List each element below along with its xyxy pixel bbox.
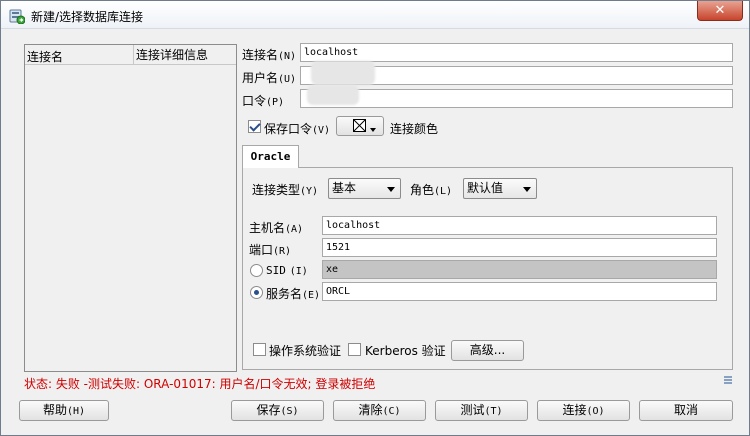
clear-button[interactable]: 清除(C) [333,400,426,421]
connection-list[interactable]: 连接名 连接详细信息 [24,44,237,372]
sid-label: SID (I) [266,264,308,277]
role-value: 默认值 [467,181,504,195]
kerberos-label: Kerberos 验证 [365,344,446,358]
color-picker-icon [353,119,366,132]
list-header: 连接名 连接详细信息 [25,45,236,65]
conn-type-value: 基本 [332,181,357,195]
password-label: 口令(P) [242,94,285,108]
list-col-detail[interactable]: 连接详细信息 [133,45,208,65]
list-col-name[interactable]: 连接名 [27,48,63,65]
cancel-button[interactable]: 取消 [639,400,733,421]
color-picker-button[interactable] [336,116,384,136]
status-message: 状态: 失败 -测试失败: ORA-01017: 用户名/口令无效; 登录被拒绝 [24,377,376,391]
list-detail-icon[interactable] [723,375,733,385]
kerberos-checkbox[interactable] [348,343,361,356]
redacted-username [311,61,375,85]
service-name-radio[interactable] [250,286,263,299]
service-name-label: 服务名(E) [266,287,321,301]
chevron-down-icon [523,187,531,192]
port-label: 端口(R) [249,243,292,257]
conn-name-label: 连接名(N) [242,48,297,62]
service-name-input[interactable]: ORCL [322,282,717,301]
sid-radio[interactable] [250,264,263,277]
role-label: 角色(L) [410,183,453,197]
test-button[interactable]: 测试(T) [435,400,528,421]
tab-oracle[interactable]: Oracle [242,145,299,168]
save-button[interactable]: 保存(S) [231,400,324,421]
username-label: 用户名(U) [242,71,297,85]
role-select[interactable]: 默认值 [463,178,537,199]
conn-name-input[interactable]: localhost [300,43,733,62]
redacted-password [307,85,359,105]
port-input[interactable]: 1521 [322,238,717,257]
advanced-button[interactable]: 高级... [451,340,524,361]
save-password-label: 保存口令(V) [264,122,331,136]
title-bar[interactable]: 新建/选择数据库连接 ✕ [1,1,749,29]
sid-input[interactable]: xe [322,260,717,279]
os-auth-checkbox[interactable] [253,343,266,356]
conn-color-label: 连接颜色 [390,122,439,136]
host-label: 主机名(A) [249,221,304,235]
dialog-window: 新建/选择数据库连接 ✕ 连接名 连接详细信息 连接名(N) localhost… [0,0,750,436]
host-input[interactable]: localhost [322,216,717,235]
close-button[interactable]: ✕ [697,1,743,21]
database-connect-icon [9,9,25,24]
chevron-down-icon [370,128,376,132]
password-input[interactable] [300,89,733,108]
help-button[interactable]: 帮助(H) [19,400,109,421]
os-auth-label: 操作系统验证 [269,344,342,358]
connect-button[interactable]: 连接(O) [537,400,630,421]
window-title: 新建/选择数据库连接 [31,10,144,24]
conn-type-label: 连接类型(Y) [252,183,319,197]
conn-type-select[interactable]: 基本 [328,178,401,199]
chevron-down-icon [387,187,395,192]
close-icon: ✕ [714,3,726,18]
save-password-checkbox[interactable] [248,120,261,133]
